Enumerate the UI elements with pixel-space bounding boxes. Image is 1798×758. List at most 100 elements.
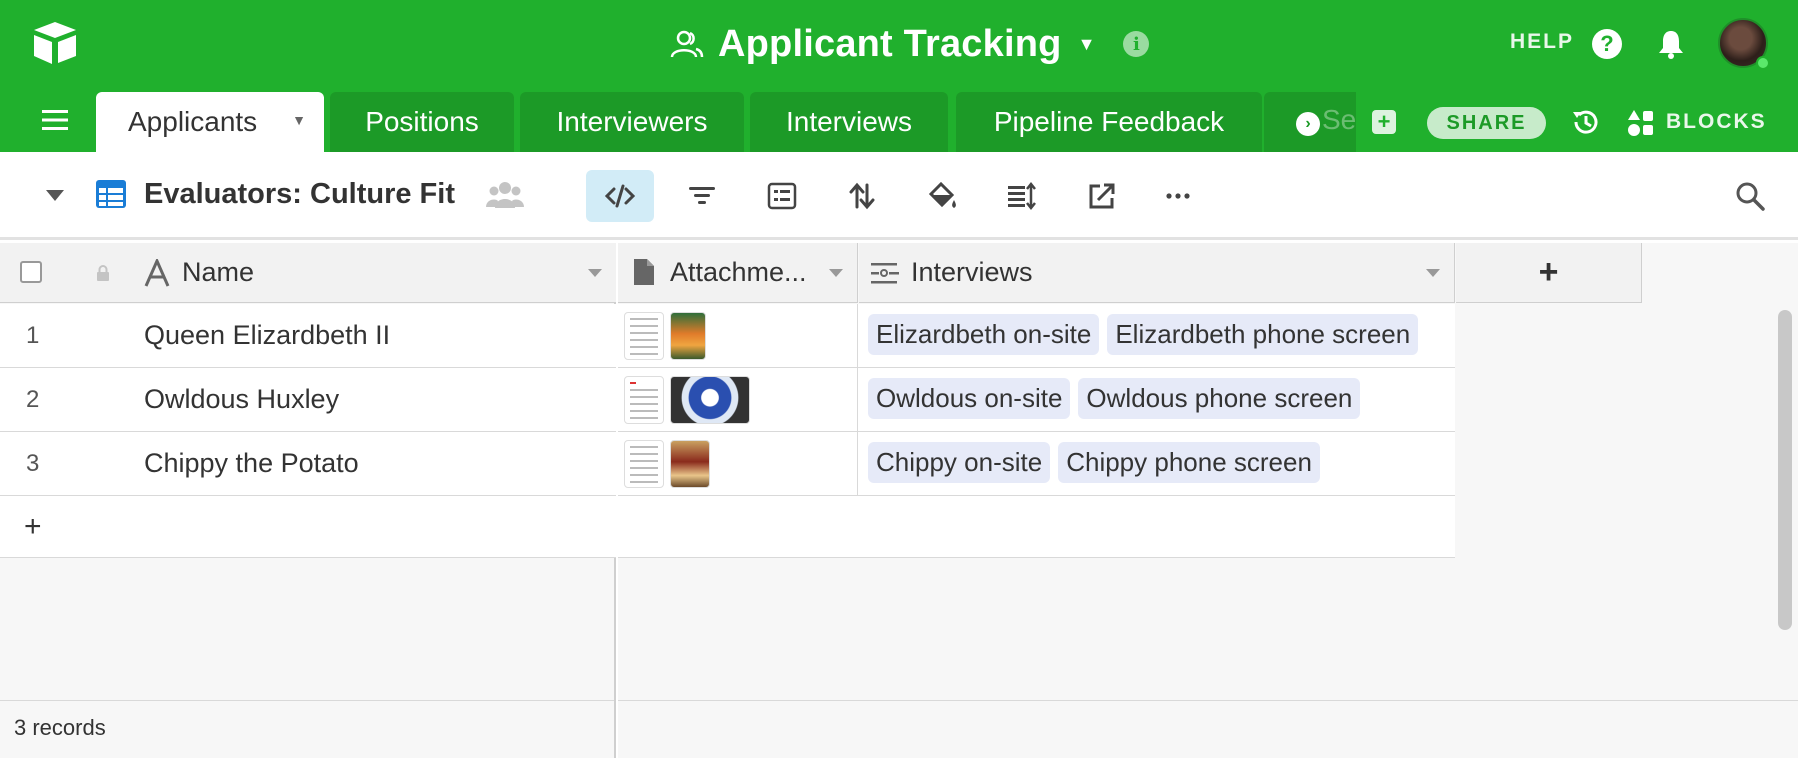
add-record-row[interactable] [618, 496, 1455, 558]
interviews-cell[interactable]: Owldous on-site Owldous phone screen [868, 378, 1368, 419]
name-column-header[interactable]: Name [0, 243, 616, 303]
base-name: Applicant Tracking [718, 22, 1062, 65]
chevron-right-icon: › [1296, 112, 1320, 136]
grid-footer: 3 records [0, 700, 614, 758]
tab-label: Applicants [128, 106, 258, 137]
view-name[interactable]: Evaluators: Culture Fit [144, 178, 455, 211]
tab-label: Positions [365, 106, 479, 137]
tab-label: Interviews [785, 106, 913, 137]
add-table-button[interactable]: + [1372, 109, 1396, 134]
attachments-cell[interactable] [618, 432, 858, 495]
online-status-dot [1756, 56, 1770, 70]
search-icon[interactable] [1734, 180, 1766, 212]
base-menu-caret-icon[interactable]: ▼ [1078, 34, 1096, 55]
tab-menu-caret-icon[interactable]: ▼ [292, 112, 306, 128]
resume-thumbnail[interactable] [624, 376, 664, 424]
tab-interviews[interactable]: Interviews [750, 92, 948, 152]
attachments-cell[interactable] [618, 368, 858, 431]
column-label: Interviews [911, 257, 1033, 287]
grid-footer [618, 700, 1798, 758]
grid-view-icon[interactable] [95, 178, 127, 210]
resume-thumbnail[interactable] [624, 312, 664, 360]
resume-thumbnail[interactable] [624, 440, 664, 488]
color-button[interactable] [908, 170, 976, 222]
applicant-name-cell[interactable]: Queen Elizardbeth II [144, 320, 390, 351]
interviews-cell[interactable]: Chippy on-site Chippy phone screen [868, 442, 1328, 483]
share-view-button[interactable] [1068, 170, 1136, 222]
filter-icon [689, 187, 715, 204]
photo-thumbnail[interactable] [670, 440, 710, 488]
linked-record-chip[interactable]: Chippy on-site [868, 442, 1051, 483]
color-icon [928, 181, 956, 208]
table-row[interactable]: 2 Owldous Huxley [0, 368, 616, 432]
tab-pipeline-feedback[interactable]: Pipeline Feedback [956, 92, 1262, 152]
column-label: Name [182, 257, 255, 287]
add-record-button[interactable]: + [24, 510, 42, 544]
notifications-bell-icon[interactable] [1656, 28, 1686, 60]
filter-button[interactable] [668, 170, 736, 222]
row-number: 2 [26, 385, 40, 413]
hamburger-menu-icon[interactable] [42, 110, 68, 130]
hide-fields-button[interactable] [586, 170, 654, 222]
linked-record-chip[interactable]: Elizardbeth on-site [868, 314, 1100, 355]
select-all-checkbox[interactable] [20, 261, 42, 283]
row-height-button[interactable] [988, 170, 1056, 222]
grid-frozen-pane: Name 1 Queen Elizardbeth II 2 Owldous Hu… [0, 243, 616, 758]
blocks-button[interactable]: BLOCKS [1666, 110, 1767, 134]
tab-interviewers[interactable]: Interviewers [520, 92, 744, 152]
table-row[interactable]: Elizardbeth on-site Elizardbeth phone scr… [618, 304, 1455, 368]
vertical-scrollbar[interactable] [1778, 310, 1792, 630]
linked-record-chip[interactable]: Owldous phone screen [1078, 378, 1361, 419]
applicant-name-cell[interactable]: Chippy the Potato [144, 448, 359, 479]
linked-record-chip[interactable]: Elizardbeth phone screen [1107, 314, 1419, 355]
tab-label: Pipeline Feedback [993, 106, 1225, 137]
more-options-button[interactable] [1144, 170, 1212, 222]
row-height-icon [1008, 181, 1036, 211]
attachment-icon [634, 259, 654, 285]
table-row[interactable]: Chippy on-site Chippy phone screen [618, 432, 1455, 496]
column-menu-caret-icon[interactable] [588, 269, 602, 277]
photo-thumbnail[interactable] [670, 312, 706, 360]
sort-button[interactable] [828, 170, 896, 222]
row-number: 3 [26, 449, 40, 477]
base-title[interactable]: Applicant Tracking ▼ i [670, 18, 1150, 70]
linked-record-chip[interactable]: Owldous on-site [868, 378, 1071, 419]
table-row[interactable]: 1 Queen Elizardbeth II [0, 304, 616, 368]
tab-applicants[interactable]: Applicants ▼ [96, 92, 324, 152]
column-menu-caret-icon[interactable] [1426, 269, 1440, 277]
info-icon[interactable]: i [1123, 31, 1150, 57]
view-switcher-caret-icon[interactable] [46, 190, 64, 201]
help-link[interactable]: HELP [1510, 30, 1574, 54]
airtable-logo-icon[interactable] [30, 20, 80, 66]
attachments-column-header[interactable]: Attachme... [618, 243, 858, 303]
row-number: 1 [26, 321, 40, 349]
share-view-icon [1089, 183, 1115, 209]
history-icon[interactable] [1570, 106, 1602, 138]
tab-label: Interviewers [556, 106, 708, 137]
column-menu-caret-icon[interactable] [829, 269, 843, 277]
linked-record-chip[interactable]: Chippy phone screen [1058, 442, 1320, 483]
applicant-name-cell[interactable]: Owldous Huxley [144, 384, 339, 415]
table-row[interactable]: 3 Chippy the Potato [0, 432, 616, 496]
shared-base-icon [670, 30, 704, 58]
photo-thumbnail[interactable] [670, 376, 750, 424]
table-row[interactable]: Owldous on-site Owldous phone screen [618, 368, 1455, 432]
help-icon[interactable]: ? [1592, 29, 1622, 59]
share-button[interactable]: SHARE [1427, 107, 1546, 139]
column-label: Attachme... [670, 257, 807, 287]
interviews-cell[interactable]: Elizardbeth on-site Elizardbeth phone scr… [868, 314, 1426, 355]
faded-tab-label: See [1322, 104, 1356, 135]
attachments-cell[interactable] [618, 304, 858, 367]
sort-icon [849, 182, 875, 210]
add-field-button[interactable]: + [1456, 243, 1642, 303]
collaborative-view-icon[interactable] [486, 180, 524, 210]
lock-icon [97, 265, 109, 281]
blocks-icon[interactable] [1626, 108, 1656, 138]
more-tabs-button[interactable]: › See [1264, 92, 1356, 152]
add-record-row[interactable]: + [0, 496, 616, 558]
group-icon [767, 182, 797, 210]
tab-positions[interactable]: Positions [330, 92, 514, 152]
view-toolbar: Evaluators: Culture Fit [0, 152, 1798, 240]
interviews-column-header[interactable]: Interviews [859, 243, 1455, 303]
group-button[interactable] [748, 170, 816, 222]
